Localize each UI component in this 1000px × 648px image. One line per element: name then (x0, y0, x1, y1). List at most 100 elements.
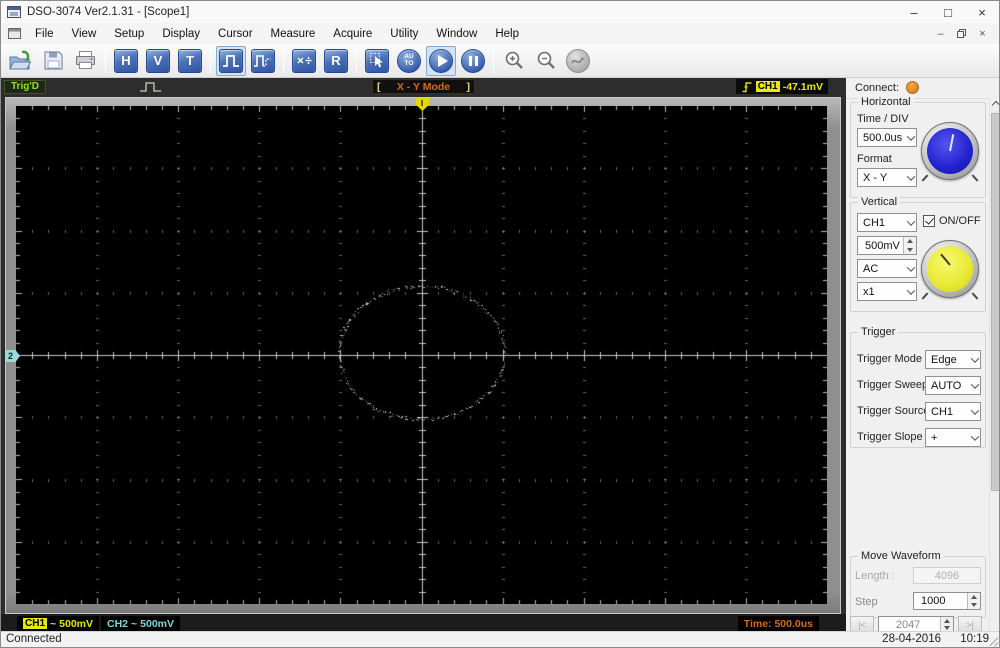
pulse-dashed-icon (251, 48, 275, 73)
chevron-down-icon (970, 431, 980, 441)
reference-button[interactable]: R (321, 46, 351, 76)
minimize-button[interactable]: – (897, 1, 931, 23)
trigger-panel-button[interactable]: T (175, 46, 205, 76)
time-div-knob[interactable] (921, 122, 979, 182)
mdi-window-controls: – × (932, 26, 999, 41)
toolbar-separator (105, 48, 106, 73)
volt-div-spinner[interactable]: 500mV (857, 236, 917, 255)
step-spinner[interactable]: 1000 (913, 592, 981, 610)
print-button[interactable] (70, 46, 100, 76)
wave-disabled-icon (566, 48, 590, 73)
move-waveform-title: Move Waveform (858, 550, 944, 562)
window-controls: – □ × (897, 1, 999, 23)
select-cursor-button[interactable] (362, 46, 392, 76)
mdi-minimize-button[interactable]: – (932, 26, 949, 41)
trigger-sweep-select[interactable]: AUTO (925, 376, 981, 395)
menu-setup[interactable]: Setup (105, 25, 153, 43)
volt-div-knob[interactable] (921, 240, 979, 300)
format-select[interactable]: X - Y (857, 168, 917, 187)
menu-view[interactable]: View (63, 25, 106, 43)
trigger-level-readout: CH1 -47.1mV (735, 79, 828, 94)
time-div-select[interactable]: 500.0us (857, 128, 917, 147)
trigger-group: Trigger Trigger Mode Edge Trigger Sweep … (850, 326, 986, 448)
menu-display[interactable]: Display (153, 25, 209, 43)
maximize-button[interactable]: □ (931, 1, 965, 23)
coupling-value: AC (863, 262, 879, 275)
ch1-badge: CH1 (23, 618, 48, 629)
zoom-in-button[interactable] (499, 46, 529, 76)
pulse-indicator-icon (139, 81, 163, 93)
position-value: 2047 (895, 618, 921, 631)
format-value: X - Y (863, 171, 888, 184)
chevron-down-icon (906, 285, 916, 295)
sidebar-scrollbar[interactable] (989, 98, 999, 633)
menu-acquire[interactable]: Acquire (324, 25, 381, 43)
menu-help[interactable]: Help (486, 25, 528, 43)
scrollbar-thumb[interactable] (991, 113, 999, 491)
vertical-group-title: Vertical (858, 196, 901, 208)
chevron-down-icon (970, 405, 980, 415)
chevron-down-icon (906, 131, 916, 141)
display-mode-badge: [ X - Y Mode ] (372, 79, 475, 94)
toolbar-separator (283, 48, 284, 73)
pause-icon (461, 48, 485, 73)
channel-onoff-checkbox[interactable]: ON/OFF (923, 215, 981, 227)
pulse-display-button[interactable] (216, 45, 246, 76)
mdi-close-button[interactable]: × (974, 26, 991, 41)
printer-icon (75, 51, 95, 69)
move-waveform-group: Move Waveform Length : 4096 Step 1000 (850, 550, 986, 618)
titlebar: DSO-3074 Ver2.1.31 - [Scope1] – □ × (1, 1, 999, 23)
ch2-coupling-icon: ~ (131, 617, 138, 630)
cursor-arrow-icon (365, 48, 389, 73)
time-div-value: 500.0us (863, 131, 903, 144)
math-button[interactable] (289, 46, 319, 76)
chevron-down-icon (906, 171, 916, 181)
scroll-up-icon[interactable] (990, 98, 999, 112)
vertical-panel-button[interactable]: V (143, 46, 173, 76)
self-calibration-button[interactable] (563, 46, 593, 76)
trigger-sweep-label: Trigger Sweep (857, 379, 929, 391)
mdi-restore-button[interactable] (953, 26, 970, 41)
autoset-button[interactable]: AU TO (394, 46, 424, 76)
save-button[interactable] (38, 46, 68, 76)
scope-area: Trig'D [ X - Y Mode ] CH1 -47.1mV 2 CH1 (1, 78, 846, 633)
menu-measure[interactable]: Measure (262, 25, 325, 43)
pause-button[interactable] (458, 46, 488, 76)
vertical-group: Vertical CH1 ON/OFF 500mV AC x1 (850, 196, 986, 312)
trigger-mode-select[interactable]: Edge (925, 350, 981, 369)
menu-cursor[interactable]: Cursor (209, 25, 262, 43)
spinner-buttons[interactable] (903, 237, 916, 254)
document-icon (8, 28, 21, 39)
ch1-volt-value: 500mV (59, 617, 94, 630)
trigger-group-title: Trigger (858, 326, 899, 338)
time-div-label: Time / DIV (857, 113, 909, 125)
delayed-pulse-button[interactable] (248, 46, 278, 76)
connect-label: Connect: (855, 81, 900, 94)
close-button[interactable]: × (965, 1, 999, 23)
menu-utility[interactable]: Utility (381, 25, 427, 43)
coupling-select[interactable]: AC (857, 259, 917, 278)
menu-window[interactable]: Window (427, 25, 486, 43)
probe-select[interactable]: x1 (857, 282, 917, 301)
step-value: 1000 (921, 595, 946, 607)
menu-file[interactable]: File (26, 25, 63, 43)
spinner-buttons[interactable] (939, 617, 953, 632)
toolbar-separator (210, 48, 211, 73)
spinner-buttons[interactable] (967, 593, 980, 609)
horizontal-panel-button[interactable]: H (111, 46, 141, 76)
t-letter-icon: T (178, 48, 202, 73)
trigger-slope-select[interactable]: + (925, 428, 981, 447)
run-button[interactable] (426, 45, 456, 76)
channel-value: CH1 (863, 216, 886, 229)
chevron-down-icon (970, 379, 980, 389)
auto-icon: AU TO (397, 48, 421, 73)
zoom-out-button[interactable] (531, 46, 561, 76)
trigger-source-label: Trigger Source (857, 405, 930, 417)
trigger-source-select[interactable]: CH1 (925, 402, 981, 421)
open-file-button[interactable] (6, 46, 36, 76)
trigger-slope-label: Trigger Slope (857, 431, 923, 443)
zoom-in-icon (505, 51, 523, 69)
chevron-down-icon (970, 353, 980, 363)
channel-select[interactable]: CH1 (857, 213, 917, 232)
h-letter-icon: H (114, 48, 138, 73)
